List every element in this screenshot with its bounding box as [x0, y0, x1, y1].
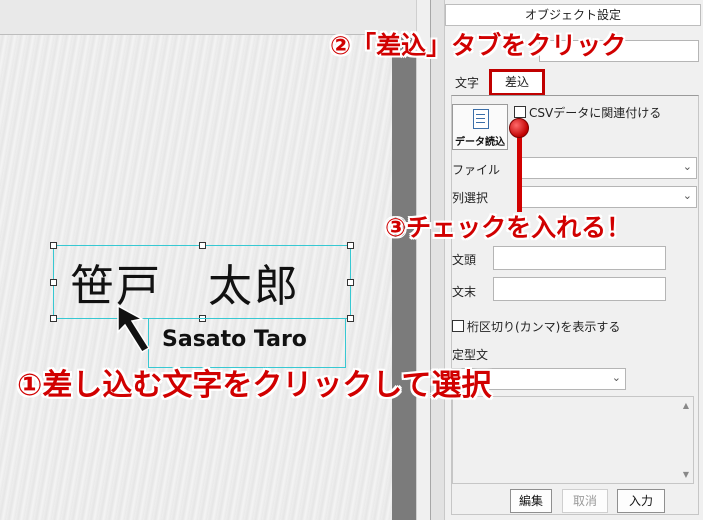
suffix-label: 文末 — [452, 285, 477, 299]
pointer-arrow-icon — [117, 304, 151, 354]
prefix-label: 文頭 — [452, 253, 477, 267]
comma-label: 桁区切り(カンマ)を表示する — [467, 320, 621, 334]
name-kanji-text[interactable]: 笹戸 太郎 — [70, 250, 300, 314]
document-icon — [473, 109, 489, 129]
annotation-pin-icon — [509, 118, 529, 138]
csv-link-checkbox[interactable] — [514, 106, 526, 118]
resize-handle[interactable] — [50, 315, 57, 322]
suffix-input[interactable] — [493, 277, 666, 301]
chevron-down-icon: ⌄ — [611, 371, 621, 384]
edit-button[interactable]: 編集 — [510, 489, 552, 513]
scroll-up-icon[interactable]: ▲ — [683, 401, 689, 410]
annotation-step3: ③チェックを入れる！ — [385, 213, 632, 242]
data-load-button[interactable]: データ読込 — [452, 104, 508, 150]
chevron-down-icon: ⌄ — [682, 189, 692, 202]
cancel-button[interactable]: 取消 — [562, 489, 608, 513]
chevron-down-icon: ⌄ — [682, 160, 692, 173]
data-load-label: データ読込 — [455, 137, 505, 148]
column-select[interactable]: ⌄ — [517, 186, 697, 208]
template-text-area[interactable]: ▲ ▼ — [452, 396, 694, 484]
enter-button[interactable]: 入力 — [617, 489, 665, 513]
canvas-vertical-scrollbar[interactable] — [416, 0, 430, 520]
file-select[interactable]: ⌄ — [517, 157, 697, 179]
resize-handle[interactable] — [50, 242, 57, 249]
tab-merge[interactable]: 差込 — [489, 69, 545, 96]
scroll-down-icon[interactable]: ▼ — [683, 470, 689, 479]
resize-handle[interactable] — [50, 279, 57, 286]
resize-handle[interactable] — [347, 279, 354, 286]
csv-link-label: CSVデータに関連付ける — [529, 106, 662, 120]
column-label: 列選択 — [452, 191, 489, 205]
resize-handle[interactable] — [199, 242, 206, 249]
annotation-step2: ②「差込」タブをクリック — [330, 31, 627, 60]
app-window: 笹戸 太郎 Sasato Taro オブジェクト設定 文字 差込 データ読込 C… — [0, 0, 703, 520]
panel-title: オブジェクト設定 — [445, 4, 701, 26]
file-label: ファイル — [452, 163, 501, 177]
prefix-input[interactable] — [493, 246, 666, 270]
annotation-pointer-line — [517, 130, 522, 212]
panel-edge-strip — [431, 0, 445, 520]
comma-checkbox[interactable] — [452, 320, 464, 332]
resize-handle[interactable] — [347, 242, 354, 249]
tab-text[interactable]: 文字 — [449, 73, 485, 95]
resize-handle[interactable] — [347, 315, 354, 322]
name-roman-text[interactable]: Sasato Taro — [162, 327, 307, 352]
annotation-step1: ①差し込む文字をクリックして選択 — [17, 368, 492, 403]
